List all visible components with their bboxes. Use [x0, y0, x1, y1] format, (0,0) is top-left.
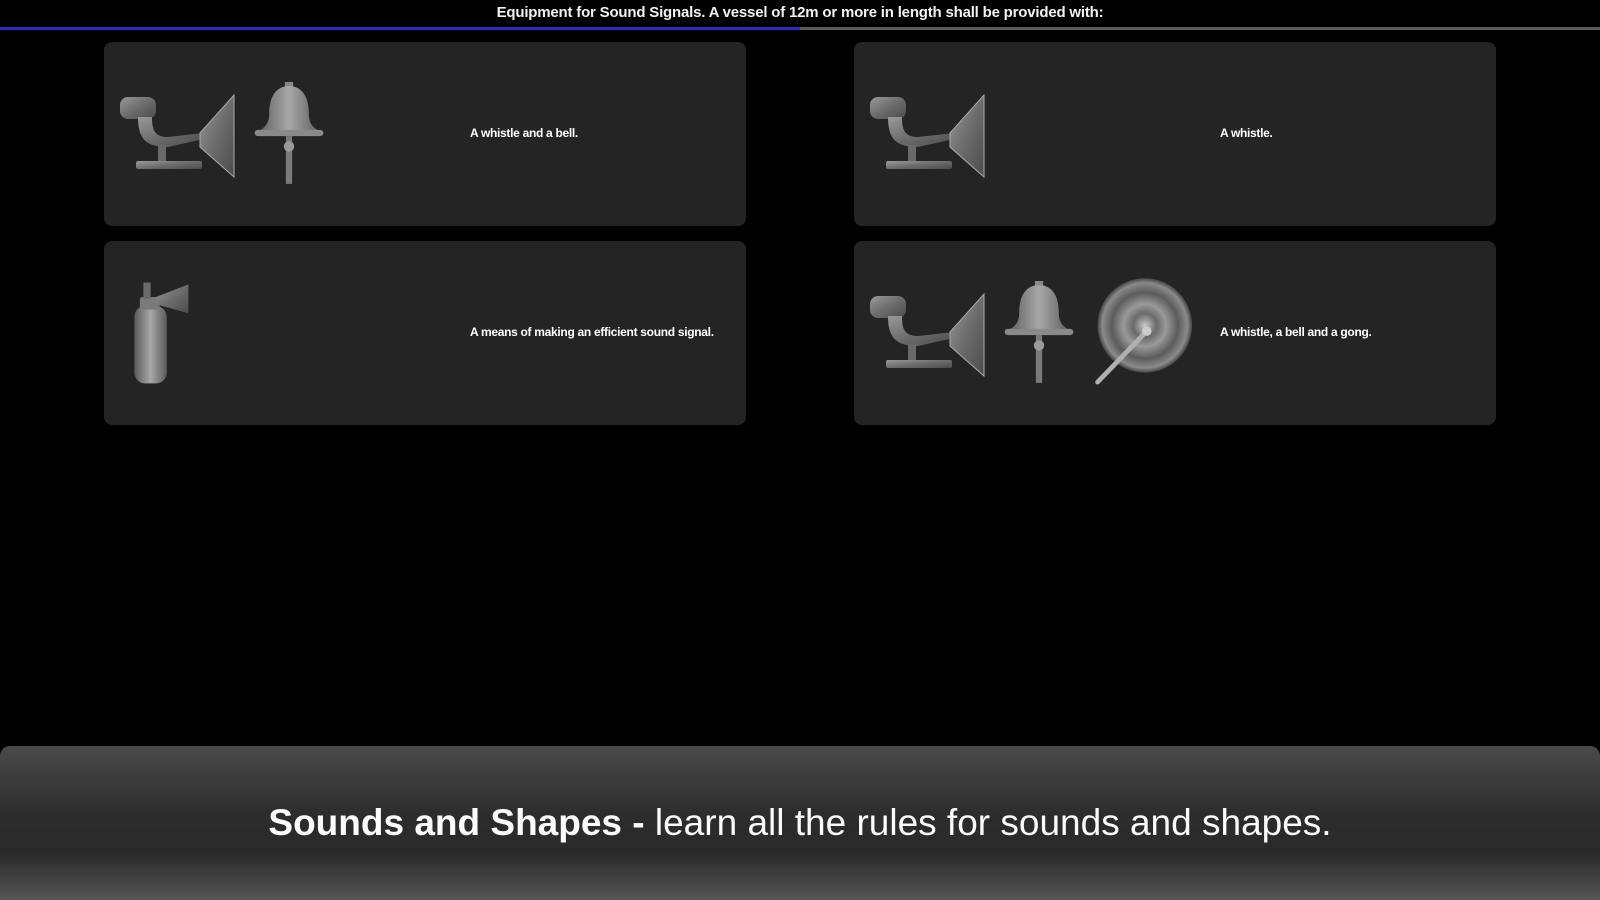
promo-banner[interactable]: Sounds and Shapes - learn all the rules …: [0, 746, 1600, 900]
question-bar: Equipment for Sound Signals. A vessel of…: [0, 0, 1600, 30]
answer-text: A whistle, a bell and a gong.: [1220, 325, 1372, 339]
answer-text: A whistle.: [1220, 126, 1273, 140]
quiz-screen: Equipment for Sound Signals. A vessel of…: [0, 0, 1600, 900]
banner-title: Sounds and Shapes -: [268, 802, 645, 843]
banner-text: Sounds and Shapes - learn all the rules …: [0, 802, 1600, 844]
air-horn-icon: [120, 277, 192, 389]
whistle-icon: [868, 288, 988, 378]
answer-text: A whistle and a bell.: [470, 126, 578, 140]
bell-icon: [1002, 281, 1076, 385]
answer-option-a[interactable]: A whistle and a bell.: [104, 42, 746, 226]
answer-option-b[interactable]: A whistle.: [854, 42, 1496, 226]
gong-icon: [1090, 276, 1194, 390]
answer-option-d[interactable]: A whistle, a bell and a gong.: [854, 241, 1496, 425]
whistle-icon: [118, 89, 238, 179]
bell-icon: [252, 82, 326, 186]
answer-text: A means of making an efficient sound sig…: [470, 325, 714, 339]
whistle-icon: [868, 89, 988, 179]
question-text: Equipment for Sound Signals. A vessel of…: [496, 4, 1104, 21]
progress-bar: [0, 27, 1600, 30]
banner-subtitle: learn all the rules for sounds and shape…: [644, 802, 1332, 843]
progress-fill: [0, 27, 800, 30]
answer-option-c[interactable]: A means of making an efficient sound sig…: [104, 241, 746, 425]
